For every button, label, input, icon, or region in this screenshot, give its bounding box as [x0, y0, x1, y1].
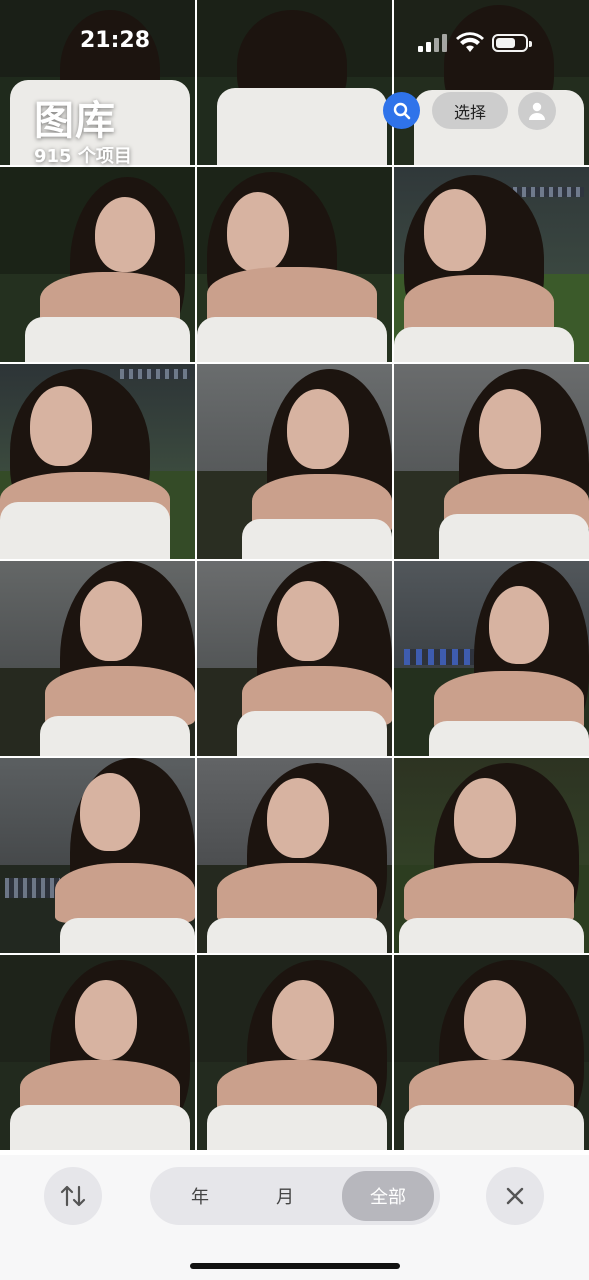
account-button[interactable]	[518, 92, 556, 130]
person-icon	[529, 102, 545, 120]
photo-thumbnail[interactable]	[197, 167, 392, 362]
search-button[interactable]	[383, 92, 420, 129]
sort-arrows-icon	[60, 1185, 86, 1207]
sort-button[interactable]	[44, 1167, 102, 1225]
item-count: 915 个项目	[34, 146, 132, 167]
search-icon	[393, 102, 410, 119]
segment-month[interactable]: 月	[245, 1167, 325, 1225]
status-bar: 21:28	[0, 0, 589, 80]
photo-thumbnail[interactable]	[197, 561, 392, 756]
segment-all[interactable]: 全部	[342, 1171, 434, 1221]
photo-thumbnail[interactable]	[0, 167, 195, 362]
photo-thumbnail[interactable]	[0, 758, 195, 953]
photo-thumbnail[interactable]	[394, 955, 589, 1150]
status-time: 21:28	[80, 28, 151, 53]
photo-thumbnail[interactable]	[197, 758, 392, 953]
battery-icon	[492, 34, 532, 52]
close-icon	[506, 1187, 524, 1205]
photo-thumbnail[interactable]	[0, 561, 195, 756]
bottom-toolbar: 年 月 全部	[0, 1155, 589, 1280]
photo-thumbnail[interactable]	[0, 955, 195, 1150]
home-indicator	[190, 1263, 400, 1269]
page-title: 图库	[34, 98, 116, 144]
select-button[interactable]: 选择	[432, 92, 508, 129]
segment-year[interactable]: 年	[160, 1167, 240, 1225]
view-segment-control: 年 月 全部	[150, 1167, 440, 1225]
close-button[interactable]	[486, 1167, 544, 1225]
photo-thumbnail[interactable]	[394, 167, 589, 362]
wifi-icon	[456, 32, 484, 52]
photo-thumbnail[interactable]	[197, 955, 392, 1150]
photo-grid	[0, 0, 589, 1150]
cellular-signal-icon	[418, 34, 448, 52]
photo-thumbnail[interactable]	[197, 364, 392, 559]
photo-thumbnail[interactable]	[0, 364, 195, 559]
photo-thumbnail[interactable]	[394, 561, 589, 756]
photo-thumbnail[interactable]	[394, 364, 589, 559]
photo-thumbnail[interactable]	[394, 758, 589, 953]
